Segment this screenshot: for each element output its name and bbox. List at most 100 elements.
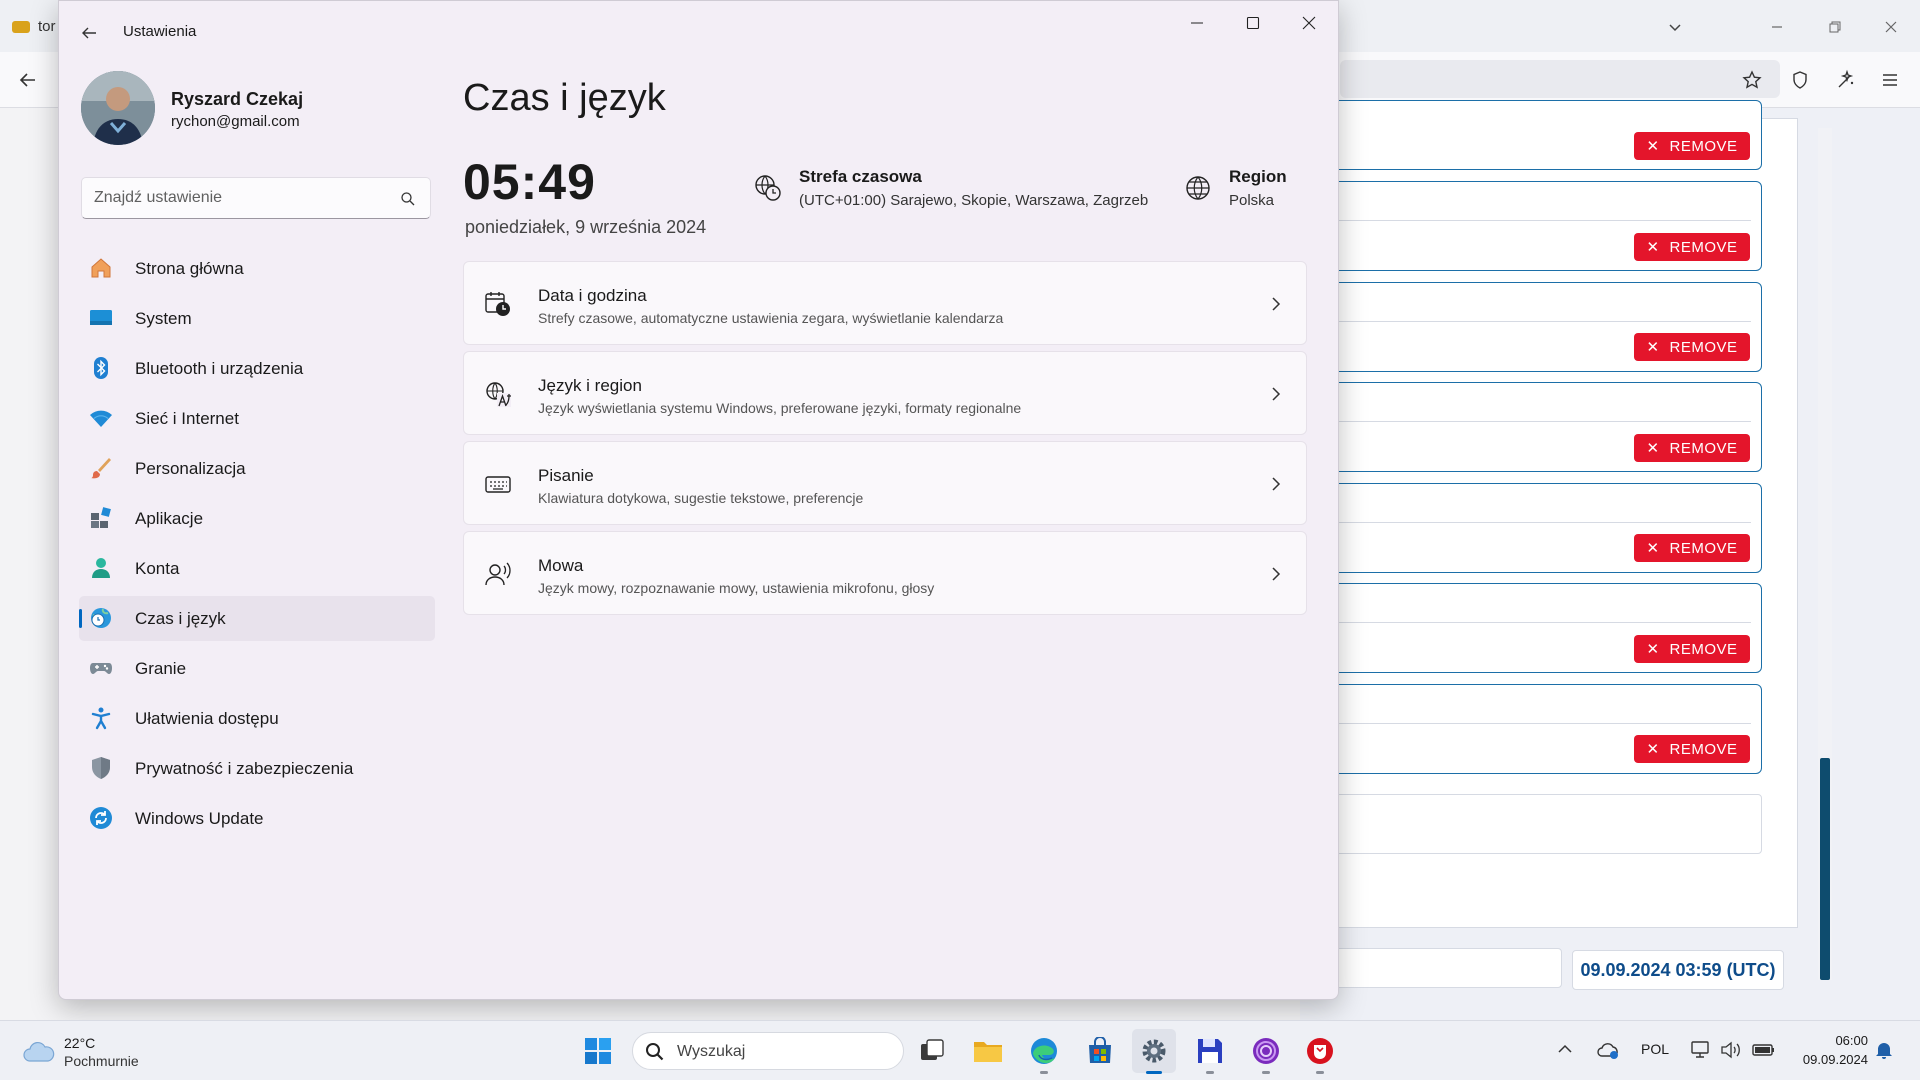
close-x-icon: ✕ [1646,339,1660,356]
brush-icon [89,456,113,480]
red-app[interactable] [1298,1029,1342,1074]
microsoft-store-app[interactable] [1078,1029,1122,1073]
onedrive-cloud-icon[interactable] [1596,1040,1620,1060]
sidebar-item-accounts[interactable]: Konta [79,546,435,591]
app-running-indicator [1262,1071,1270,1074]
sidebar-item-apps[interactable]: Aplikacje [79,496,435,541]
keyboard-icon [484,470,512,498]
sidebar-item-label: Strona główna [135,259,244,278]
tor-browser-app[interactable] [1244,1029,1288,1074]
list-item-divider [1301,421,1751,422]
browser-close-button[interactable] [1878,14,1904,40]
taskbar-search-input[interactable]: Wyszukaj [632,1032,904,1070]
card-typing[interactable]: Pisanie Klawiatura dotykowa, sugestie te… [463,441,1307,525]
browser-tab-title: tor [38,18,56,35]
taskbar-clock-time[interactable]: 06:00 [1824,1033,1868,1048]
notification-bell-icon[interactable] [1874,1040,1894,1060]
task-view-button[interactable] [910,1029,954,1073]
remove-button[interactable]: ✕ REMOVE [1634,233,1750,261]
show-hidden-icons-chevron-icon[interactable] [1556,1040,1574,1058]
current-date: poniedziałek, 9 września 2024 [465,217,707,237]
sidebar-item-label: Granie [135,659,187,678]
card-speech[interactable]: Mowa Język mowy, rozpoznawanie mowy, ust… [463,531,1307,615]
maximize-button[interactable] [1225,5,1281,41]
sidebar-item-network[interactable]: Sieć i Internet [79,396,435,441]
chevron-right-icon [1268,474,1284,494]
page-scrollbar-thumb[interactable] [1820,758,1830,980]
taskbar-search-placeholder: Wyszukaj [677,1043,746,1060]
card-title: Pisanie [538,466,594,485]
settings-titlebar: Ustawienia [59,1,1338,61]
browser-address-bar[interactable] [1340,60,1780,98]
sidebar-item-time-language[interactable]: Czas i język [79,596,435,641]
card-description: Język wyświetlania systemu Windows, pref… [538,400,1022,416]
shield-privacy-icon[interactable] [1786,66,1814,94]
remove-button[interactable]: ✕ REMOVE [1634,434,1750,462]
sidebar-item-accessibility[interactable]: Ułatwienia dostępu [79,696,435,741]
weather-temperature: 22°C [64,1035,96,1051]
input-language-indicator[interactable]: POL [1641,1041,1669,1057]
user-profile[interactable]: Ryszard Czekaj rychon@gmail.com [81,71,481,147]
tab-list-chevron-icon[interactable] [1662,14,1688,40]
weather-widget[interactable]: 22°C Pochmurnie [22,1033,182,1073]
wifi-icon [89,406,113,430]
settings-app[interactable] [1132,1029,1176,1074]
close-x-icon: ✕ [1646,138,1660,155]
battery-plug-icon[interactable] [1752,1040,1776,1060]
sidebar-item-gaming[interactable]: Granie [79,646,435,691]
avatar [81,71,155,145]
extensions-sparkle-icon[interactable] [1832,66,1860,94]
sidebar-item-label: Ułatwienia dostępu [135,709,279,728]
sidebar-item-home[interactable]: Strona główna [79,246,435,291]
network-icon[interactable] [1690,1040,1712,1060]
sidebar-item-system[interactable]: System [79,296,435,341]
monitor-icon [89,306,113,330]
gamepad-icon [89,656,113,680]
settings-sidebar: Strona główna System Bluetooth i urządze… [79,246,435,846]
bookmark-star-icon[interactable] [1738,66,1766,94]
browser-menu-icon[interactable] [1876,66,1904,94]
edge-browser-app[interactable] [1022,1029,1066,1074]
home-icon [89,256,113,280]
back-arrow-icon[interactable] [75,19,103,47]
start-button[interactable] [576,1029,620,1073]
search-placeholder: Znajdź ustawienie [94,189,223,206]
sidebar-item-label: Windows Update [135,809,264,828]
close-x-icon: ✕ [1646,641,1660,658]
app-running-indicator [1206,1071,1214,1074]
close-button[interactable] [1281,5,1337,41]
sidebar-item-label: Konta [135,559,180,578]
sidebar-item-bluetooth[interactable]: Bluetooth i urządzenia [79,346,435,391]
app-running-indicator [1040,1071,1048,1074]
file-explorer-app[interactable] [966,1029,1010,1073]
remove-button[interactable]: ✕ REMOVE [1634,635,1750,663]
remove-button[interactable]: ✕ REMOVE [1634,735,1750,763]
sidebar-item-label: Bluetooth i urządzenia [135,359,304,378]
taskbar-clock-date[interactable]: 09.09.2024 [1794,1052,1868,1067]
timestamp-badge: 09.09.2024 03:59 (UTC) [1572,950,1784,990]
cloud-icon [22,1039,56,1063]
remove-button[interactable]: ✕ REMOVE [1634,534,1750,562]
browser-minimize-button[interactable] [1764,14,1790,40]
minimize-button[interactable] [1169,5,1225,41]
speaker-volume-icon[interactable] [1720,1040,1742,1060]
browser-tab[interactable]: tor [12,18,56,35]
language-icon [484,380,512,408]
sidebar-item-windows-update[interactable]: Windows Update [79,796,435,841]
sidebar-item-personalization[interactable]: Personalizacja [79,446,435,491]
update-icon [89,806,113,830]
remove-button[interactable]: ✕ REMOVE [1634,333,1750,361]
card-language-region[interactable]: Język i region Język wyświetlania system… [463,351,1307,435]
search-icon [400,191,416,207]
browser-back-icon[interactable] [14,66,42,94]
speech-icon [484,560,512,588]
card-date-time[interactable]: Data i godzina Strefy czasowe, automatyc… [463,261,1307,345]
bottom-input[interactable] [1300,948,1562,988]
browser-restore-button[interactable] [1822,14,1848,40]
card-description: Język mowy, rozpoznawanie mowy, ustawien… [538,580,935,596]
floppy-save-app[interactable] [1188,1029,1232,1074]
close-x-icon: ✕ [1646,239,1660,256]
remove-button[interactable]: ✕ REMOVE [1634,132,1750,160]
settings-search-input[interactable]: Znajdź ustawienie [81,177,431,219]
sidebar-item-privacy[interactable]: Prywatność i zabezpieczenia [79,746,435,791]
